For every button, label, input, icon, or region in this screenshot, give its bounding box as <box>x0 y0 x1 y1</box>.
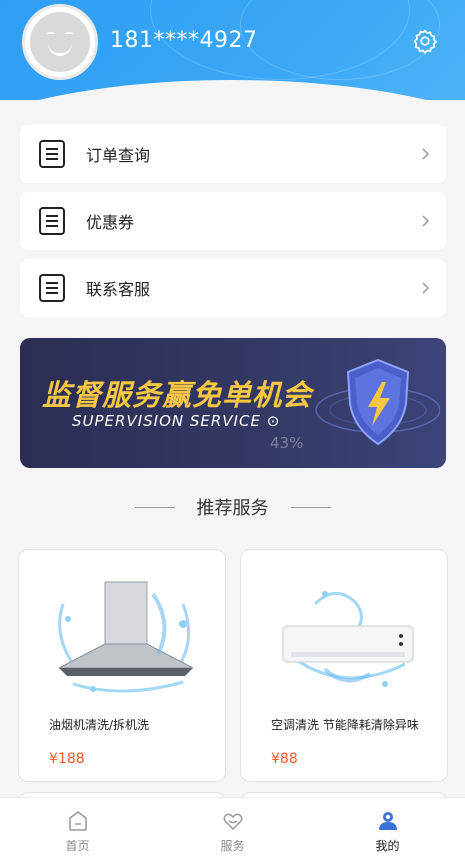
bottom-tab-bar: 首页 服务 我的 <box>0 797 465 859</box>
tab-service[interactable]: 服务 <box>155 798 310 859</box>
air-conditioner-image <box>282 591 414 687</box>
menu-item-label: 优惠券 <box>86 213 135 232</box>
tab-label: 我的 <box>375 839 400 853</box>
product-price: ¥88 <box>271 751 298 767</box>
service-heart-icon <box>223 813 242 831</box>
menu-item-coupons[interactable]: 优惠券 <box>20 192 446 250</box>
banner-title: 监督服务赢免单机会 <box>42 378 313 412</box>
play-circle-icon: ⊙ <box>266 412 281 430</box>
tab-label: 首页 <box>65 839 90 853</box>
avatar[interactable] <box>22 4 98 80</box>
menu-item-orders[interactable]: 订单查询 <box>20 125 446 183</box>
product-name: 空调清洗 节能降耗清除异味 <box>271 718 419 732</box>
tab-home[interactable]: 首页 <box>0 798 155 859</box>
menu-item-label: 订单查询 <box>86 146 151 165</box>
product-card-air-conditioner[interactable]: 空调清洗 节能降耗清除异味 ¥88 <box>240 549 448 782</box>
header-curve <box>0 80 465 100</box>
shield-lightning-icon <box>315 358 440 446</box>
divider <box>290 506 331 508</box>
home-icon <box>68 811 87 831</box>
chevron-right-icon <box>422 148 430 160</box>
product-price: ¥188 <box>49 751 85 767</box>
recommend-section-header: 推荐服务 <box>0 494 465 520</box>
list-icon <box>39 274 65 302</box>
chevron-right-icon <box>422 215 430 227</box>
tab-mine[interactable]: 我的 <box>310 798 465 859</box>
section-title: 推荐服务 <box>196 498 269 519</box>
tab-label: 服务 <box>220 839 245 853</box>
menu-item-customer-service[interactable]: 联系客服 <box>20 259 446 317</box>
list-icon <box>39 207 65 235</box>
divider <box>134 506 175 508</box>
product-card-range-hood[interactable]: 油烟机清洗/拆机洗 ¥188 <box>18 549 226 782</box>
list-icon <box>39 140 65 168</box>
range-hood-image <box>58 581 194 693</box>
settings-gear-icon[interactable] <box>412 28 438 54</box>
chevron-right-icon <box>422 282 430 294</box>
user-phone: 181****4927 <box>110 28 258 53</box>
user-icon <box>378 812 397 830</box>
supervision-banner[interactable]: 监督服务赢免单机会 SUPERVISION SERVICE ⊙ 43% <box>20 338 446 468</box>
banner-progress-text: 43% <box>270 434 304 452</box>
banner-subtitle: SUPERVISION SERVICE ⊙ <box>72 412 281 430</box>
menu-item-label: 联系客服 <box>86 280 151 299</box>
product-name: 油烟机清洗/拆机洗 <box>49 718 150 732</box>
